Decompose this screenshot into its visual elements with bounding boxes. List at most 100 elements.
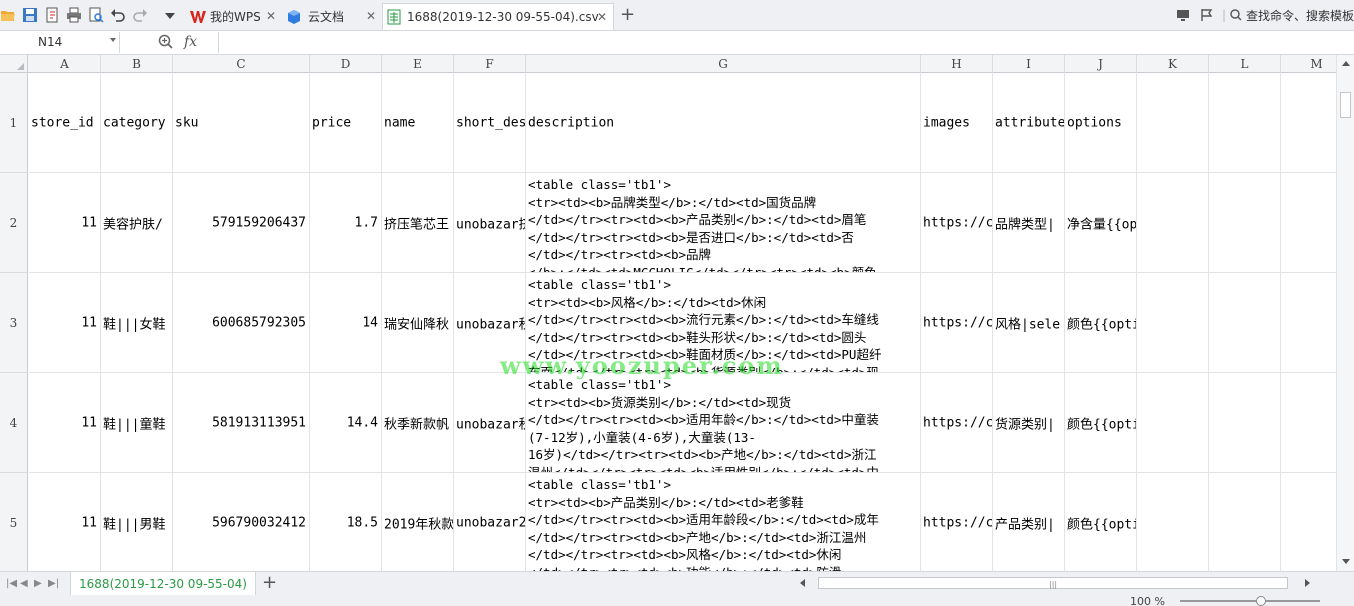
cell-l3[interactable] — [1209, 273, 1281, 373]
row-header-2[interactable]: 2 — [0, 173, 28, 273]
column-header-i[interactable]: I — [993, 55, 1065, 73]
scroll-right-icon[interactable] — [1305, 579, 1310, 587]
scroll-down-icon[interactable] — [1342, 559, 1350, 564]
cell-m3[interactable] — [1281, 273, 1336, 373]
cell-m5[interactable] — [1281, 473, 1336, 571]
command-search[interactable]: | 查找命令、搜索模板 — [1176, 5, 1354, 25]
tab-cloud-docs[interactable]: 云文档 ✕ — [282, 3, 382, 30]
cell-j2[interactable]: 净含量{{option}}2#浅咖色|||3#中咖色 — [1065, 173, 1137, 273]
name-box[interactable]: N14 — [0, 32, 120, 53]
cell-e3[interactable]: 瑞安仙降秋 — [382, 273, 454, 373]
row-header-5[interactable]: 5 — [0, 473, 28, 571]
cell-g1[interactable]: description — [526, 73, 921, 173]
insert-function-button[interactable]: fx — [184, 34, 197, 50]
column-header-c[interactable]: C — [173, 55, 310, 73]
cell-a5[interactable]: 11 — [29, 473, 101, 571]
save-icon[interactable] — [22, 7, 38, 23]
cell-j4[interactable]: 颜色{{option}}多款色搭配 40双/件||| — [1065, 373, 1137, 473]
cell-h3[interactable]: https://c — [921, 273, 993, 373]
undo-icon[interactable] — [110, 7, 126, 23]
cell-c5[interactable]: 596790032412 — [173, 473, 310, 571]
row-header-3[interactable]: 3 — [0, 273, 28, 373]
cell-a2[interactable]: 11 — [29, 173, 101, 273]
chevron-down-icon[interactable] — [110, 38, 116, 42]
column-header-d[interactable]: D — [310, 55, 382, 73]
cell-i5[interactable]: 产品类别| — [993, 473, 1065, 571]
cell-f2[interactable]: unobazar挤 — [454, 173, 526, 273]
cell-a4[interactable]: 11 — [29, 373, 101, 473]
print-icon[interactable] — [66, 7, 82, 23]
tab-active-csv[interactable]: 1688(2019-12-30 09-55-04).csv ✕ — [382, 3, 614, 30]
cell-h2[interactable]: https://c — [921, 173, 993, 273]
cell-k5[interactable] — [1137, 473, 1209, 571]
cell-b4[interactable]: 鞋|||童鞋 — [101, 373, 173, 473]
formula-input[interactable] — [218, 32, 1354, 53]
horizontal-scrollbar[interactable]: ||| — [800, 576, 1320, 590]
scrollbar-thumb[interactable] — [1340, 92, 1351, 118]
cell-d2[interactable]: 1.7 — [310, 173, 382, 273]
cell-b5[interactable]: 鞋|||男鞋 — [101, 473, 173, 571]
cell-l5[interactable] — [1209, 473, 1281, 571]
close-icon[interactable]: ✕ — [597, 10, 607, 24]
cell-d4[interactable]: 14.4 — [310, 373, 382, 473]
cell-i4[interactable]: 货源类别| — [993, 373, 1065, 473]
cell-l2[interactable] — [1209, 173, 1281, 273]
spreadsheet-grid[interactable]: ABCDEFGHIJKLM 1 store_id category sku price n… — [0, 55, 1336, 571]
scroll-left-icon[interactable] — [800, 579, 805, 587]
scroll-up-icon[interactable] — [1342, 61, 1350, 66]
tab-my-wps[interactable]: 我的WPS ✕ — [186, 3, 282, 30]
cell-d3[interactable]: 14 — [310, 273, 382, 373]
cell-c2[interactable]: 579159206437 — [173, 173, 310, 273]
zoom-slider-knob[interactable] — [1256, 596, 1266, 606]
cell-a3[interactable]: 11 — [29, 273, 101, 373]
cell-g4[interactable]: <table class='tb1'> <tr><td><b>货源类别</b>:… — [526, 373, 921, 473]
column-header-a[interactable]: A — [29, 55, 101, 73]
cell-c4[interactable]: 581913113951 — [173, 373, 310, 473]
flag-icon[interactable] — [1200, 8, 1214, 22]
cell-e1[interactable]: name — [382, 73, 454, 173]
add-sheet-button[interactable]: + — [262, 572, 277, 593]
zoom-icon[interactable] — [158, 34, 174, 50]
cell-b2[interactable]: 美容护肤/ — [101, 173, 173, 273]
row-header-4[interactable]: 4 — [0, 373, 28, 473]
select-all-corner[interactable] — [0, 55, 28, 73]
cell-e4[interactable]: 秋季新款帆 — [382, 373, 454, 473]
cell-k3[interactable] — [1137, 273, 1209, 373]
cell-i3[interactable]: 风格|sele — [993, 273, 1065, 373]
cell-h5[interactable]: https://c — [921, 473, 993, 571]
column-header-f[interactable]: F — [454, 55, 526, 73]
close-icon[interactable]: ✕ — [266, 9, 276, 23]
cell-j5[interactable]: 颜色{{option}}多款色搭配 30双/件||| — [1065, 473, 1137, 571]
column-header-h[interactable]: H — [921, 55, 993, 73]
cell-g2[interactable]: <table class='tb1'> <tr><td><b>品牌类型</b>:… — [526, 173, 921, 273]
zoom-slider[interactable] — [1180, 600, 1320, 602]
cell-j3[interactable]: 颜色{{option}}多款色搭配 30双/件||| — [1065, 273, 1137, 373]
first-sheet-icon[interactable]: |◀ — [6, 578, 17, 589]
scrollbar-thumb[interactable]: ||| — [818, 577, 1288, 589]
column-header-l[interactable]: L — [1209, 55, 1281, 73]
cell-m4[interactable] — [1281, 373, 1336, 473]
cell-h1[interactable]: images — [921, 73, 993, 173]
redo-icon[interactable] — [132, 7, 148, 23]
column-header-k[interactable]: K — [1137, 55, 1209, 73]
column-header-e[interactable]: E — [382, 55, 454, 73]
screen-icon[interactable] — [1176, 8, 1190, 22]
cell-i1[interactable]: attribute — [993, 73, 1065, 173]
cell-a1[interactable]: store_id — [29, 73, 101, 173]
cell-b1[interactable]: category — [101, 73, 173, 173]
cell-m2[interactable] — [1281, 173, 1336, 273]
cell-f4[interactable]: unobazar秋 — [454, 373, 526, 473]
cell-k1[interactable] — [1137, 73, 1209, 173]
cell-c1[interactable]: sku — [173, 73, 310, 173]
cell-f5[interactable]: unobazar2 — [454, 473, 526, 571]
open-folder-icon[interactable] — [0, 7, 16, 23]
cell-e2[interactable]: 挤压笔芯王 — [382, 173, 454, 273]
last-sheet-icon[interactable]: ▶| — [48, 578, 59, 589]
cell-d5[interactable]: 18.5 — [310, 473, 382, 571]
column-header-g[interactable]: G — [526, 55, 921, 73]
cell-k4[interactable] — [1137, 373, 1209, 473]
new-tab-button[interactable]: + — [620, 4, 635, 25]
cell-g5[interactable]: <table class='tb1'> <tr><td><b>产品类别</b>:… — [526, 473, 921, 571]
cell-k2[interactable] — [1137, 173, 1209, 273]
sheet-tab[interactable]: 1688(2019-12-30 09-55-04) — [70, 572, 256, 595]
